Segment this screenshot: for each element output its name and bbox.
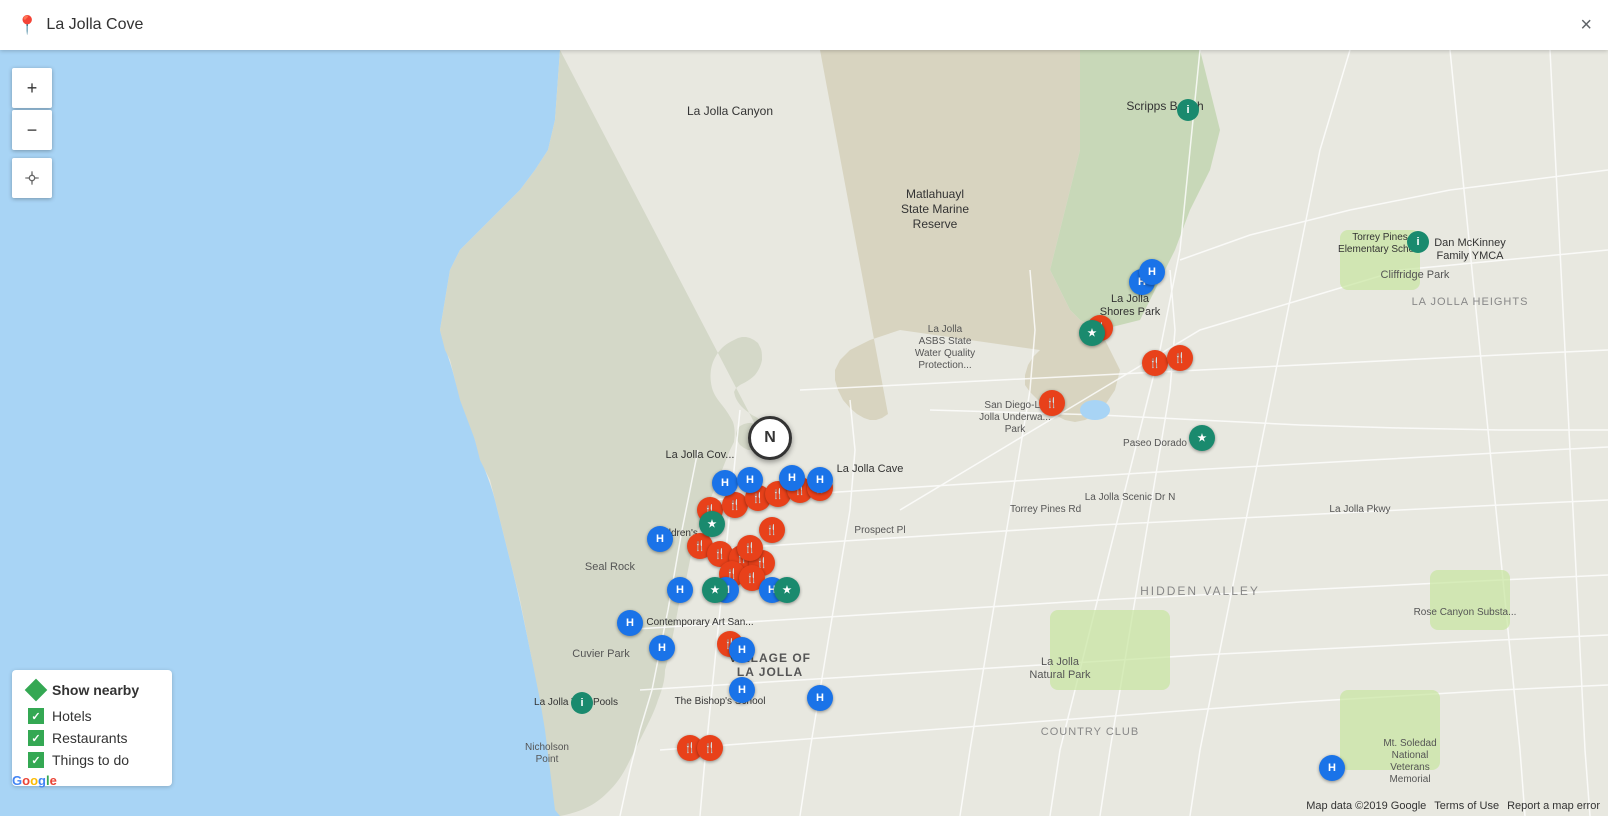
svg-text:Matlahuayl: Matlahuayl xyxy=(906,187,964,201)
legend-restaurants-item[interactable]: Restaurants xyxy=(28,730,156,746)
my-location-button[interactable] xyxy=(12,158,52,198)
restaurant-marker[interactable]: 🍴 xyxy=(1167,345,1193,371)
svg-text:La Jolla Cov...: La Jolla Cov... xyxy=(666,449,735,461)
hotel-marker[interactable]: H xyxy=(807,685,833,711)
hotels-label: Hotels xyxy=(52,708,92,724)
svg-text:Prospect Pl: Prospect Pl xyxy=(854,525,905,536)
svg-text:Rose Canyon Substa...: Rose Canyon Substa... xyxy=(1414,607,1517,618)
hotels-checkbox[interactable] xyxy=(28,708,44,724)
map-footer: Map data ©2019 Google Terms of Use Repor… xyxy=(1306,800,1600,812)
location-pin-icon: 📍 xyxy=(16,15,38,36)
svg-text:La Jolla: La Jolla xyxy=(928,324,963,335)
terms-link[interactable]: Terms of Use xyxy=(1434,800,1499,812)
page-title: La Jolla Cove xyxy=(46,16,143,34)
svg-text:Park: Park xyxy=(1005,424,1027,435)
svg-text:La Jolla Cave: La Jolla Cave xyxy=(837,463,904,475)
svg-text:LA JOLLA HEIGHTS: LA JOLLA HEIGHTS xyxy=(1412,296,1529,308)
svg-text:La Jolla Canyon: La Jolla Canyon xyxy=(687,104,773,118)
map-controls: + − xyxy=(12,68,52,198)
svg-text:Dan McKinney: Dan McKinney xyxy=(1434,237,1506,249)
hotel-marker[interactable]: H xyxy=(617,610,643,636)
svg-text:Point: Point xyxy=(536,754,559,765)
activity-marker[interactable]: ★ xyxy=(1079,320,1105,346)
svg-text:San Diego-La: San Diego-La xyxy=(984,400,1046,411)
activity-marker[interactable]: ★ xyxy=(774,577,800,603)
restaurant-marker[interactable]: 🍴 xyxy=(759,517,785,543)
restaurant-marker[interactable]: 🍴 xyxy=(1039,390,1065,416)
map-attribution: Map data ©2019 Google xyxy=(1306,800,1426,812)
zoom-out-button[interactable]: − xyxy=(12,110,52,150)
svg-text:Contemporary Art San...: Contemporary Art San... xyxy=(646,617,753,628)
legend-title-text: Show nearby xyxy=(52,682,139,698)
activities-checkbox[interactable] xyxy=(28,752,44,768)
restaurants-checkbox[interactable] xyxy=(28,730,44,746)
place-icon[interactable]: i xyxy=(571,692,593,714)
svg-text:Reserve: Reserve xyxy=(913,217,958,231)
activity-marker[interactable]: ★ xyxy=(1189,425,1215,451)
hotel-marker[interactable]: H xyxy=(712,470,738,496)
restaurant-marker[interactable]: 🍴 xyxy=(1142,350,1168,376)
diamond-icon xyxy=(25,679,48,702)
svg-text:Mt. Soledad: Mt. Soledad xyxy=(1383,738,1436,749)
svg-text:Cuvier Park: Cuvier Park xyxy=(572,648,630,660)
hotel-marker[interactable]: H xyxy=(729,677,755,703)
top-bar: 📍 La Jolla Cove × xyxy=(0,0,1608,50)
svg-text:Water Quality: Water Quality xyxy=(915,348,975,359)
legend-hotels-item[interactable]: Hotels xyxy=(28,708,156,724)
activities-label: Things to do xyxy=(52,752,129,768)
svg-text:Family YMCA: Family YMCA xyxy=(1436,250,1504,262)
map-svg: La Jolla Canyon Scripps Beach Matlahuayl… xyxy=(0,50,1608,816)
hotel-marker[interactable]: H xyxy=(647,526,673,552)
svg-text:Torrey Pines: Torrey Pines xyxy=(1352,232,1408,243)
svg-text:ASBS State: ASBS State xyxy=(919,336,972,347)
google-logo: Google xyxy=(12,773,57,788)
restaurant-marker[interactable]: 🍴 xyxy=(697,735,723,761)
hotel-marker[interactable]: H xyxy=(1319,755,1345,781)
hotel-marker[interactable]: H xyxy=(667,577,693,603)
svg-text:State Marine: State Marine xyxy=(901,202,969,216)
hotel-marker[interactable]: H xyxy=(1139,259,1165,285)
svg-text:Seal Rock: Seal Rock xyxy=(585,561,636,573)
map-area[interactable]: La Jolla Canyon Scripps Beach Matlahuayl… xyxy=(0,50,1608,816)
svg-text:HIDDEN VALLEY: HIDDEN VALLEY xyxy=(1140,584,1260,598)
hotel-marker[interactable]: H xyxy=(649,635,675,661)
svg-text:Torrey Pines Rd: Torrey Pines Rd xyxy=(1010,504,1081,515)
legend-activities-item[interactable]: Things to do xyxy=(28,752,156,768)
svg-text:Memorial: Memorial xyxy=(1389,774,1430,785)
svg-text:National: National xyxy=(1392,750,1429,761)
main-location-marker[interactable]: N xyxy=(748,416,792,460)
activity-marker[interactable]: ★ xyxy=(699,511,725,537)
close-button[interactable]: × xyxy=(1580,15,1592,35)
map-container: La Jolla Canyon Scripps Beach Matlahuayl… xyxy=(0,0,1608,816)
restaurants-label: Restaurants xyxy=(52,730,127,746)
svg-text:Nicholson: Nicholson xyxy=(525,742,569,753)
svg-text:COUNTRY CLUB: COUNTRY CLUB xyxy=(1041,726,1139,738)
hotel-marker[interactable]: H xyxy=(729,637,755,663)
zoom-in-button[interactable]: + xyxy=(12,68,52,108)
svg-text:Paseo Dorado: Paseo Dorado xyxy=(1123,438,1187,449)
svg-text:La Jolla Scenic Dr N: La Jolla Scenic Dr N xyxy=(1085,492,1176,503)
svg-text:La Jolla: La Jolla xyxy=(1041,656,1080,668)
legend-title: Show nearby xyxy=(28,682,156,698)
svg-text:Cliffridge Park: Cliffridge Park xyxy=(1381,269,1450,281)
activity-marker[interactable]: ★ xyxy=(702,577,728,603)
svg-text:Natural Park: Natural Park xyxy=(1029,669,1091,681)
hotel-marker[interactable]: H xyxy=(807,467,833,493)
place-icon[interactable]: i xyxy=(1407,231,1429,253)
svg-text:Protection...: Protection... xyxy=(918,360,971,371)
place-icon[interactable]: i xyxy=(1177,99,1199,121)
legend-panel: Show nearby Hotels Restaurants Things to… xyxy=(12,670,172,786)
svg-text:Veterans: Veterans xyxy=(1390,762,1429,773)
hotel-marker[interactable]: H xyxy=(779,465,805,491)
hotel-marker[interactable]: H xyxy=(737,467,763,493)
report-link[interactable]: Report a map error xyxy=(1507,800,1600,812)
svg-text:La Jolla Pkwy: La Jolla Pkwy xyxy=(1329,504,1390,515)
